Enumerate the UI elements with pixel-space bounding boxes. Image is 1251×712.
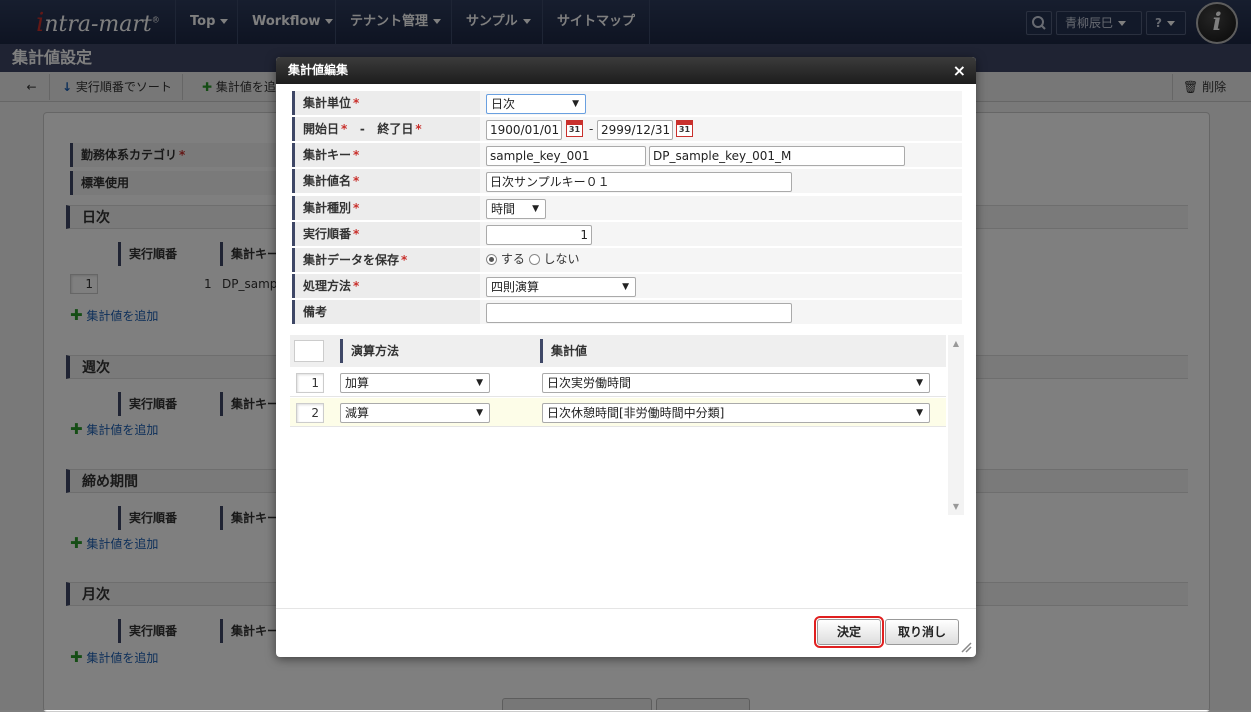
operation-grid: 演算方法 集計値 1 加算 ▼ 日次実労働時間 ▼ 2 減算 ▼ 日次休憩時間[非労働… (290, 335, 964, 517)
calendar-icon[interactable]: 31 (566, 120, 583, 137)
dialog-title: 集計値編集 (276, 57, 976, 84)
operation-select[interactable]: 減算 ▼ (340, 403, 490, 423)
dropdown-arrow-icon: ▼ (916, 408, 923, 418)
aggregate-value-select[interactable]: 日次休憩時間[非労働時間中分類] ▼ (542, 403, 930, 423)
cancel-button[interactable]: 取り消し (885, 619, 959, 645)
col-aggregate-value: 集計値 (540, 339, 587, 363)
ok-button[interactable]: 決定 (814, 616, 884, 648)
operation-select[interactable]: 加算 ▼ (340, 373, 490, 393)
order-label: 実行順番 * (292, 222, 480, 246)
dropdown-arrow-icon: ▼ (476, 378, 483, 388)
type-select[interactable]: 時間 ▼ (486, 199, 546, 219)
note-label: 備考 (292, 300, 480, 324)
date-separator: - (589, 122, 594, 136)
period-label: 開始日 * - 終了日 * (292, 117, 480, 141)
edit-aggregate-dialog: 集計値編集 × 集計単位 * 日次 ▼ 開始日 * - 終了日 * 1900/01/01… (276, 57, 976, 657)
dropdown-arrow-icon: ▼ (572, 99, 579, 109)
dropdown-arrow-icon: ▼ (532, 204, 539, 214)
key-input[interactable]: sample_key_001 (486, 146, 646, 166)
grid-scrollbar[interactable]: ▲ ▼ (948, 335, 964, 515)
note-input[interactable] (486, 303, 792, 323)
unit-select[interactable]: 日次 ▼ (486, 94, 586, 114)
unit-label: 集計単位 * (292, 91, 480, 115)
start-date-input[interactable]: 1900/01/01 (486, 120, 562, 140)
save-data-radios: する しない (486, 252, 580, 266)
name-input[interactable]: 日次サンプルキー０１ (486, 172, 792, 192)
method-select[interactable]: 四則演算 ▼ (486, 277, 636, 297)
dropdown-arrow-icon: ▼ (476, 408, 483, 418)
end-date-input[interactable]: 2999/12/31 (597, 120, 673, 140)
save-yes-radio[interactable] (486, 254, 497, 265)
name-label: 集計値名 * (292, 169, 480, 193)
row-number: 2 (296, 403, 324, 423)
close-icon[interactable]: × (953, 61, 966, 80)
select-all-cell[interactable] (294, 340, 324, 362)
resize-grip-icon[interactable] (960, 641, 972, 653)
row-number: 1 (296, 373, 324, 393)
type-label: 集計種別 * (292, 196, 480, 220)
footer-divider (276, 608, 976, 609)
save-data-label: 集計データを保存 * (292, 248, 480, 272)
key-name-input[interactable]: DP_sample_key_001_M (649, 146, 905, 166)
aggregate-value-select[interactable]: 日次実労働時間 ▼ (542, 373, 930, 393)
calendar-icon[interactable]: 31 (676, 120, 693, 137)
dropdown-arrow-icon: ▼ (622, 282, 629, 292)
method-label: 処理方法 * (292, 274, 480, 298)
key-label: 集計キー * (292, 143, 480, 167)
dropdown-arrow-icon: ▼ (916, 378, 923, 388)
col-operation: 演算方法 (340, 339, 399, 363)
save-no-radio[interactable] (528, 254, 540, 265)
order-input[interactable]: 1 (486, 225, 592, 245)
